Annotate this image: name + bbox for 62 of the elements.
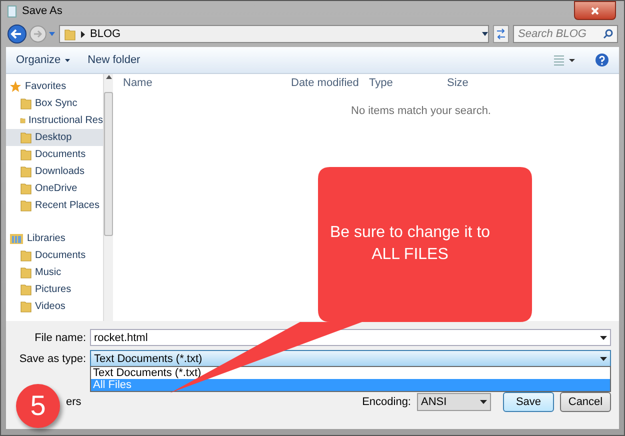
sidebar-item[interactable]: Documents — [6, 146, 103, 163]
field-label: Save as type: — [18, 352, 86, 364]
new-folder-button[interactable]: New folder — [88, 52, 140, 68]
folder-icon — [20, 283, 32, 296]
folder-icon — [20, 249, 32, 262]
folder-icon — [20, 131, 32, 144]
sidebar-item[interactable]: OneDrive — [6, 180, 103, 197]
sidebar-item[interactable]: Pictures — [6, 281, 103, 298]
chevron-icon — [81, 30, 85, 38]
search-field[interactable]: Search BLOG — [513, 25, 618, 43]
sidebar-group[interactable]: Libraries — [6, 230, 103, 247]
address-bar[interactable]: BLOG — [59, 25, 489, 43]
callout-text: Be sure to change it to ALL FILES — [328, 223, 492, 265]
up-arrow-icon[interactable] — [106, 74, 112, 80]
sidebar-group[interactable]: Favorites — [6, 78, 103, 95]
sidebar-item[interactable]: Box Sync — [6, 95, 103, 112]
sidebar-item[interactable]: Recent Places — [6, 197, 103, 214]
sidebar-item[interactable]: Desktop — [6, 129, 103, 146]
empty-message: No items match your search. — [351, 105, 491, 117]
cancel-button[interactable]: Cancel — [560, 392, 611, 412]
hide-folders-button[interactable]: ers — [66, 396, 82, 408]
folder-icon — [20, 300, 32, 313]
caret-icon — [480, 400, 487, 404]
column-header[interactable]: Name — [123, 77, 291, 89]
close-icon — [590, 6, 600, 16]
folder-icon — [20, 266, 32, 279]
field-label: Encoding: — [362, 396, 411, 408]
folder-icon — [20, 182, 32, 195]
column-header[interactable]: Date modified — [291, 77, 369, 89]
back-button[interactable] — [7, 24, 27, 44]
search-icon — [603, 29, 613, 39]
sidebar-item[interactable]: Documents — [6, 247, 103, 264]
caret-icon — [600, 356, 607, 360]
view-icon[interactable] — [553, 54, 577, 66]
sidebar-item[interactable]: Music — [6, 264, 103, 281]
document-icon — [7, 4, 17, 18]
library-icon — [10, 233, 23, 244]
sidebar-item[interactable]: Downloads — [6, 163, 103, 180]
sidebar-item[interactable]: Instructional Res — [6, 112, 103, 129]
field-label: File name: — [34, 332, 86, 344]
help-icon[interactable] — [595, 53, 609, 67]
close-button[interactable] — [574, 1, 616, 20]
folder-icon — [20, 97, 32, 110]
column-header[interactable]: Type — [369, 77, 447, 89]
sidebar-item[interactable]: Videos — [6, 298, 103, 315]
save-button[interactable]: Save — [503, 392, 554, 412]
file-name-field[interactable]: rocket.html — [90, 329, 611, 346]
scrollbar[interactable] — [103, 74, 113, 321]
folder-icon — [64, 28, 76, 40]
window-title: Save As — [22, 5, 62, 17]
folder-icon — [20, 148, 32, 161]
refresh-button[interactable] — [493, 25, 509, 43]
column-header[interactable]: Size — [447, 77, 537, 89]
encoding-dropdown[interactable]: ANSI — [417, 393, 491, 411]
organize-menu[interactable]: Organize — [16, 52, 70, 68]
caret-icon — [482, 32, 488, 36]
caret-icon — [64, 58, 70, 62]
star-icon — [10, 81, 21, 92]
dropdown-option[interactable]: Text Documents (*.txt) — [91, 367, 610, 379]
folder-icon — [20, 165, 32, 178]
folder-icon — [20, 199, 32, 212]
caret-icon — [600, 336, 607, 340]
